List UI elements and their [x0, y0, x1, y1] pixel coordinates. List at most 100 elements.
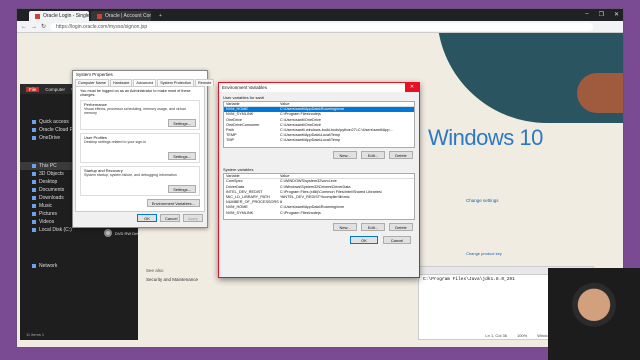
menu-computer[interactable]: Computer	[45, 87, 65, 92]
disc-icon	[104, 229, 112, 237]
tab-system-protection[interactable]: System Protection	[157, 79, 195, 86]
oracle-favicon-icon	[35, 13, 40, 19]
folder-icon	[32, 128, 36, 132]
user-vars-table: Variable Value NVM_HOME C:\Users\santi\Ap…	[223, 101, 415, 149]
folder-icon	[32, 212, 36, 216]
col-value[interactable]: Value	[280, 174, 414, 178]
tab-advanced[interactable]: Advanced	[133, 79, 157, 86]
user-rows: NVM_HOME C:\Users\santi\AppData\Roaming\n…	[224, 107, 414, 147]
folder-icon	[32, 264, 36, 268]
folder-icon	[32, 136, 36, 140]
close-icon[interactable]: ✕	[405, 83, 419, 92]
dialog-titlebar: Environment Variables ✕	[219, 83, 419, 92]
variable-value: C:\Program Files\nodejs	[280, 210, 321, 215]
forward-icon[interactable]: →	[31, 24, 37, 30]
sidebar-item-label: Downloads	[39, 195, 64, 201]
maximize-button[interactable]: ❐	[599, 11, 604, 18]
browser-tab-label: Oracle | Account Confirmation	[105, 13, 151, 19]
system-rows: ComSpec C:\WINDOWS\system32\cmd.exe Driver…	[224, 179, 414, 219]
sidebar-item-label: Network	[39, 263, 58, 269]
user-buttons: New... Edit... Delete	[219, 148, 419, 160]
url-input[interactable]: https://login.oracle.com/mysso/signon.js…	[50, 22, 593, 31]
folder-icon	[32, 180, 36, 184]
apply-button[interactable]: Apply	[183, 214, 203, 222]
sidebar-item-label: Documents	[39, 187, 65, 193]
performance-group: Performance Visual effects, processor sc…	[80, 100, 200, 130]
startup-settings-button[interactable]: Settings...	[168, 185, 196, 193]
change-product-key-link[interactable]: Change product key	[466, 251, 502, 256]
oracle-favicon-icon	[97, 13, 102, 19]
close-window-button[interactable]: ✕	[614, 11, 619, 18]
group-desc: Visual effects, processor scheduling, me…	[84, 107, 186, 115]
window-controls: – ❐ ✕	[585, 11, 619, 18]
cancel-button[interactable]: Cancel	[383, 236, 411, 245]
performance-settings-button[interactable]: Settings...	[168, 119, 196, 127]
dvd-drive[interactable]: DVD RW Drive	[104, 229, 142, 237]
sidebar-item[interactable]: Network	[20, 262, 138, 270]
folder-icon	[32, 228, 36, 232]
system-edit-button[interactable]: Edit...	[361, 223, 385, 232]
address-bar: ← → ↻ https://login.oracle.com/mysso/sig…	[17, 21, 623, 33]
col-value[interactable]: Value	[280, 102, 414, 106]
see-also-heading: See also	[146, 268, 164, 273]
variable-value: C:\Users\santi\AppData\Local\Temp	[280, 138, 341, 143]
system-vars-table: Variable Value ComSpec C:\WINDOWS\system3…	[223, 173, 415, 221]
dialog-tabs: Computer Name Hardware Advanced System P…	[73, 79, 215, 86]
minimize-button[interactable]: –	[585, 11, 588, 18]
tab-computer-name[interactable]: Computer Name	[75, 79, 109, 86]
user-profiles-group: User Profiles Desktop settings related t…	[80, 133, 200, 163]
folder-icon	[32, 196, 36, 200]
table-row[interactable]: TMP C:\Users\santi\AppData\Local\Temp	[224, 138, 414, 143]
sidebar-item-label: 3D Objects	[39, 171, 64, 177]
browser-tab-strip: Oracle Login - Single Sign On✕ Oracle | …	[17, 9, 623, 21]
sidebar-item-label: Music	[39, 203, 53, 209]
system-properties-dialog: System Properties Computer Name Hardware…	[72, 70, 215, 228]
browser-tab[interactable]: Oracle | Account Confirmation✕	[91, 11, 151, 21]
change-settings-link[interactable]: Change settings	[466, 198, 499, 203]
webcam-overlay	[548, 268, 640, 360]
advanced-tab-body: You must be logged on as an Administrato…	[75, 86, 205, 212]
admin-note: You must be logged on as an Administrato…	[80, 89, 191, 97]
folder-icon	[32, 220, 36, 224]
group-desc: System startup, system failure, and debu…	[84, 173, 177, 177]
ok-button[interactable]: OK	[350, 236, 378, 245]
reload-icon[interactable]: ↻	[41, 23, 46, 30]
folder-icon	[32, 204, 36, 208]
status-position: Ln 1, Col 36	[485, 333, 507, 338]
col-variable[interactable]: Variable	[224, 174, 280, 178]
tab-remote[interactable]: Remote	[195, 79, 215, 86]
table-row[interactable]: NVM_SYMLINK C:\Program Files\nodejs	[224, 211, 414, 216]
folder-icon	[32, 172, 36, 176]
group-desc: Desktop settings related to your sign-in	[84, 140, 147, 144]
sidebar-item-label: OneDrive	[39, 135, 61, 141]
security-maintenance-link[interactable]: Security and Maintenance	[146, 277, 198, 282]
dialog-footer: OK Cancel	[219, 232, 419, 248]
system-new-button[interactable]: New...	[333, 223, 357, 232]
dialog-title: System Properties	[73, 71, 207, 79]
folder-icon	[32, 188, 36, 192]
variable-name: TMP	[226, 138, 235, 143]
browser-tab[interactable]: Oracle Login - Single Sign On✕	[29, 11, 89, 21]
startup-recovery-group: Startup and Recovery System startup, sys…	[80, 166, 200, 196]
dialog-title: Environment Variables	[222, 85, 267, 90]
sidebar-item-label: Local Disk (C:)	[39, 227, 72, 233]
menu-file[interactable]: File	[26, 86, 40, 92]
user-delete-button[interactable]: Delete	[389, 151, 413, 160]
folder-icon	[32, 164, 36, 168]
user-edit-button[interactable]: Edit...	[361, 151, 385, 160]
system-delete-button[interactable]: Delete	[389, 223, 413, 232]
user-new-button[interactable]: New...	[333, 151, 357, 160]
ok-button[interactable]: OK	[137, 214, 157, 222]
col-variable[interactable]: Variable	[224, 102, 280, 106]
env-button-row: Environment Variables...	[80, 199, 200, 207]
back-icon[interactable]: ←	[21, 24, 27, 30]
tab-hardware[interactable]: Hardware	[109, 79, 133, 86]
new-tab-button[interactable]: +	[153, 11, 165, 21]
system-buttons: New... Edit... Delete	[219, 220, 419, 232]
dialog-footer: OK Cancel Apply	[73, 212, 207, 224]
variable-name: NVM_SYMLINK	[226, 210, 254, 215]
explorer-status: 11 items 1	[26, 332, 45, 337]
cancel-button[interactable]: Cancel	[160, 214, 180, 222]
environment-variables-button[interactable]: Environment Variables...	[146, 199, 200, 207]
profiles-settings-button[interactable]: Settings...	[168, 152, 196, 160]
